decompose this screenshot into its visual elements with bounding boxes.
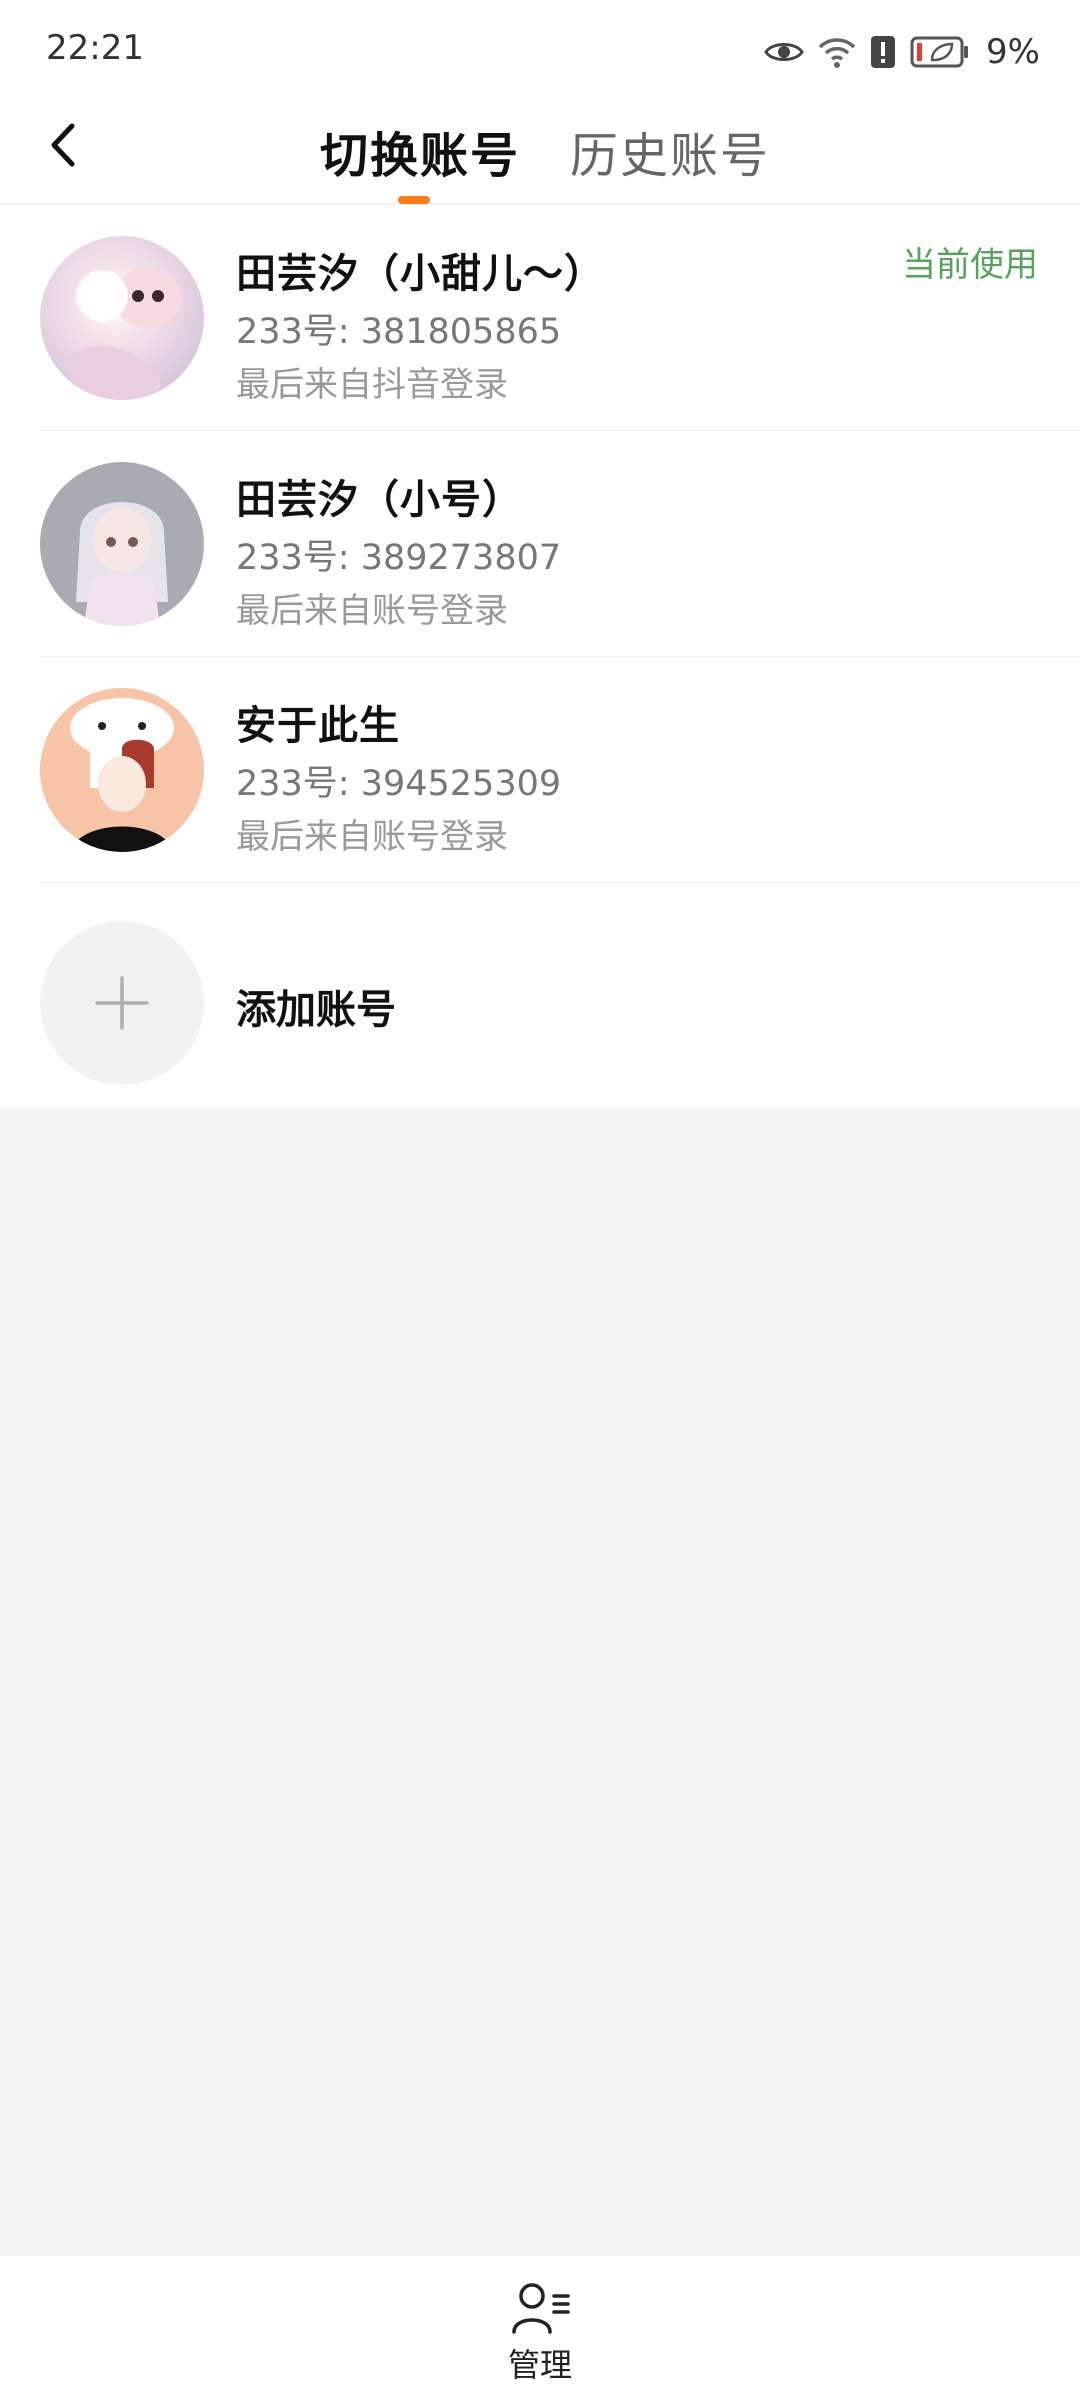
battery-percent: 9% <box>986 32 1040 72</box>
account-login-source: 最后来自抖音登录 <box>236 365 508 405</box>
account-login-source: 最后来自账号登录 <box>236 591 508 631</box>
manage-label: 管理 <box>507 2346 572 2384</box>
status-time: 22:21 <box>46 28 144 68</box>
current-account-tag: 当前使用 <box>902 245 1038 285</box>
add-account-label: 添加账号 <box>236 987 396 1033</box>
tab-switch-account[interactable]: 切换账号 <box>320 116 520 186</box>
account-id: 233号: 381805865 <box>236 312 562 352</box>
bottom-bar: 管理 <box>0 2256 1080 2400</box>
account-row[interactable]: 田芸汐（小号） 233号: 389273807 最后来自账号登录 <box>0 431 1080 657</box>
wifi-icon <box>818 35 856 69</box>
account-row[interactable]: 田芸汐（小甜儿～） 233号: 381805865 最后来自抖音登录 当前使用 <box>0 205 1080 431</box>
plus-icon <box>95 976 149 1030</box>
back-arrow-icon <box>51 123 75 167</box>
alert-icon <box>870 35 896 69</box>
status-icons: 9% <box>764 28 1040 76</box>
account-name: 田芸汐（小号） <box>236 477 523 523</box>
avatar <box>40 236 204 400</box>
account-name: 安于此生 <box>236 703 400 749</box>
status-bar: 22:21 9% <box>0 0 1080 100</box>
header: 切换账号 历史账号 <box>0 100 1080 204</box>
manage-button[interactable]: 管理 <box>490 2282 590 2392</box>
add-account-button[interactable] <box>40 921 204 1085</box>
manage-user-icon <box>512 2283 570 2334</box>
account-row[interactable]: 安于此生 233号: 394525309 最后来自账号登录 <box>0 657 1080 883</box>
add-account-row[interactable]: 添加账号 <box>0 883 1080 1107</box>
tab-indicator <box>398 196 430 204</box>
avatar <box>40 688 204 852</box>
account-name: 田芸汐（小甜儿～） <box>236 251 605 297</box>
battery-icon <box>910 36 970 68</box>
account-id: 233号: 394525309 <box>236 764 562 804</box>
eye-icon <box>764 38 804 66</box>
account-list: 田芸汐（小甜儿～） 233号: 381805865 最后来自抖音登录 当前使用 … <box>0 205 1080 1107</box>
account-login-source: 最后来自账号登录 <box>236 817 508 857</box>
back-button[interactable] <box>38 120 88 170</box>
tab-history-account[interactable]: 历史账号 <box>570 116 770 186</box>
account-id: 233号: 389273807 <box>236 538 562 578</box>
avatar <box>40 462 204 626</box>
